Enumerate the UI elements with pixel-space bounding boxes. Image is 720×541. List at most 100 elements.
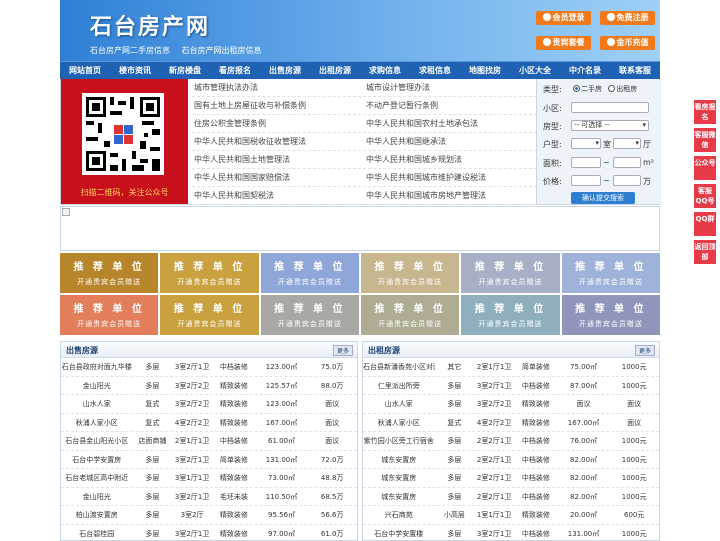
room-select[interactable]: ▾: [571, 138, 601, 149]
listing-community[interactable]: 石台中学安置房: [61, 451, 133, 469]
policy-link[interactable]: 城市管理执法办法: [192, 79, 364, 96]
listing-row[interactable]: 城东安置房多层2室2厅1卫中档装修82.00㎡1000元: [363, 469, 659, 488]
listing-row[interactable]: 兴石商苑小高层1室1厅1卫精致装修20.00㎡600元: [363, 506, 659, 525]
listing-community[interactable]: 金山阳光: [61, 488, 133, 506]
listing-row[interactable]: 金山阳光多层3室2厅1卫毛坯未装110.50㎡68.5万: [61, 488, 357, 507]
slogan-sale[interactable]: 石台房产网二手房信息: [90, 46, 170, 55]
ad-slot[interactable]: 推 荐 单 位开通贵宾会员赠送: [261, 295, 359, 335]
policy-link[interactable]: 中华人民共和国城市维护建设税法: [364, 169, 536, 186]
listing-row[interactable]: 石台中学安置楼多层3室2厅1卫中档装修131.00㎡1000元: [363, 525, 659, 541]
register-button[interactable]: 免费注册: [600, 11, 655, 25]
listing-community[interactable]: 石台县金山阳光小区: [61, 432, 133, 450]
listing-community[interactable]: 秋浦人家小区: [363, 414, 435, 432]
listing-row[interactable]: 石台县政府对面九华楼多层3室2厅1卫中档装修123.00㎡75.0万: [61, 358, 357, 377]
listing-community[interactable]: 石台县政府对面九华楼: [61, 358, 133, 376]
policy-link[interactable]: 国有土地上房屋征收与补偿条例: [192, 97, 364, 114]
ad-slot[interactable]: 推 荐 单 位开通贵宾会员赠送: [60, 295, 158, 335]
community-input[interactable]: [571, 102, 649, 113]
price-max-input[interactable]: [613, 175, 641, 186]
nav-item-4[interactable]: 出售房源: [260, 62, 310, 79]
hall-select[interactable]: ▾: [613, 138, 641, 149]
area-min-input[interactable]: [571, 157, 601, 168]
listing-row[interactable]: 山水人家多层3室2厅2卫精致装修面议面议: [363, 395, 659, 414]
ad-slot[interactable]: 推 荐 单 位开通贵宾会员赠送: [562, 295, 660, 335]
member-login-button[interactable]: 会员登录: [536, 11, 591, 25]
listing-row[interactable]: 石台碧桂园多层3室2厅1卫精致装修97.00㎡61.0万: [61, 525, 357, 541]
nav-item-1[interactable]: 楼市资讯: [110, 62, 160, 79]
price-min-input[interactable]: [571, 175, 601, 186]
listing-row[interactable]: 柏山渡安置房多层3室2厅精致装修95.56㎡56.6万: [61, 506, 357, 525]
ad-slot[interactable]: 推 荐 单 位开通贵宾会员赠送: [461, 295, 559, 335]
listing-row[interactable]: 仁里派出所旁多层3室2厅1卫中档装修87.00㎡1000元: [363, 377, 659, 396]
nav-item-8[interactable]: 地图找房: [460, 62, 510, 79]
listing-community[interactable]: 山水人家: [363, 395, 435, 413]
listing-row[interactable]: 紫竹园小区旁工行宿舍多层2室2厅1卫中档装修76.00㎡1000元: [363, 432, 659, 451]
nav-item-7[interactable]: 求租信息: [410, 62, 460, 79]
area-max-input[interactable]: [613, 157, 641, 168]
radio-rent[interactable]: 出租房: [608, 85, 637, 93]
nav-item-11[interactable]: 联系客服: [610, 62, 660, 79]
nav-item-6[interactable]: 求购信息: [360, 62, 410, 79]
ad-slot[interactable]: 推 荐 单 位开通贵宾会员赠送: [361, 253, 459, 293]
ad-slot[interactable]: 推 荐 单 位开通贵宾会员赠送: [160, 295, 258, 335]
ad-slot[interactable]: 推 荐 单 位开通贵宾会员赠送: [461, 253, 559, 293]
side-button-5[interactable]: 返回顶部: [694, 240, 716, 264]
listing-row[interactable]: 石台县新潘香苑小区对面其它2室1厅1卫简单装修75.00㎡1000元: [363, 358, 659, 377]
listing-row[interactable]: 城东安置房多层2室2厅1卫中档装修82.00㎡1000元: [363, 451, 659, 470]
policy-link[interactable]: 中华人民共和国城乡规划法: [364, 151, 536, 168]
listing-community[interactable]: 山水人家: [61, 395, 133, 413]
listing-community[interactable]: 石台老城区高中附近: [61, 469, 133, 487]
listing-row[interactable]: 石台老城区高中附近多层3室1厅1卫精致装修73.00㎡48.8万: [61, 469, 357, 488]
policy-link[interactable]: 住房公积金管理条例: [192, 115, 364, 132]
listing-row[interactable]: 秋浦人家小区复式4室2厅2卫精致装修167.00㎡面议: [363, 414, 659, 433]
ad-slot[interactable]: 推 荐 单 位开通贵宾会员赠送: [361, 295, 459, 335]
recharge-button[interactable]: 金币充值: [600, 36, 655, 50]
side-button-0[interactable]: 看房报名: [694, 100, 716, 124]
listing-community[interactable]: 仁里派出所旁: [363, 377, 435, 395]
policy-link[interactable]: 中华人民共和国国家赔偿法: [192, 169, 364, 186]
nav-item-9[interactable]: 小区大全: [510, 62, 560, 79]
listing-community[interactable]: 石台县新潘香苑小区对面: [363, 358, 435, 376]
policy-link[interactable]: 中华人民共和国继承法: [364, 133, 536, 150]
listing-community[interactable]: 城东安置房: [363, 488, 435, 506]
nav-item-3[interactable]: 看房报名: [210, 62, 260, 79]
listing-row[interactable]: 石台县金山阳光小区店面商铺2室1厅1卫中档装修61.00㎡面议: [61, 432, 357, 451]
policy-link[interactable]: 中华人民共和国农村土地承包法: [364, 115, 536, 132]
ad-slot[interactable]: 推 荐 单 位开通贵宾会员赠送: [562, 253, 660, 293]
nav-item-0[interactable]: 网站首页: [60, 62, 110, 79]
side-button-2[interactable]: 公众号: [694, 156, 716, 180]
ad-slot[interactable]: 推 荐 单 位开通贵宾会员赠送: [261, 253, 359, 293]
listing-community[interactable]: 兴石商苑: [363, 506, 435, 524]
nav-item-10[interactable]: 中介名录: [560, 62, 610, 79]
nav-item-5[interactable]: 出租房源: [310, 62, 360, 79]
side-button-1[interactable]: 客服微信: [694, 128, 716, 152]
listing-row[interactable]: 山水人家复式3室2厅2卫精致装修123.00㎡面议: [61, 395, 357, 414]
vip-package-button[interactable]: 贵宾套餐: [536, 36, 591, 50]
listing-row[interactable]: 金山阳光多层3室2厅2卫精致装修125.57㎡88.0万: [61, 377, 357, 396]
listing-community[interactable]: 石台中学安置楼: [363, 525, 435, 541]
listing-community[interactable]: 秋浦人家小区: [61, 414, 133, 432]
side-button-3[interactable]: 客服QQ号: [694, 184, 716, 208]
listing-community[interactable]: 城东安置房: [363, 469, 435, 487]
banner-placeholder[interactable]: [60, 206, 660, 251]
site-logo[interactable]: 石台房产网: [90, 9, 210, 41]
listing-row[interactable]: 石台中学安置房多层3室2厅1卫简单装修131.00㎡72.0万: [61, 451, 357, 470]
policy-link[interactable]: 中华人民共和国土地管理法: [192, 151, 364, 168]
listing-row[interactable]: 城东安置房多层2室2厅1卫中档装修82.00㎡1000元: [363, 488, 659, 507]
slogan-rent[interactable]: 石台房产网出租房信息: [182, 46, 262, 55]
listing-community[interactable]: 城东安置房: [363, 451, 435, 469]
rent-more-button[interactable]: 更多: [635, 345, 655, 356]
ad-slot[interactable]: 推 荐 单 位开通贵宾会员赠送: [60, 253, 158, 293]
listing-community[interactable]: 柏山渡安置房: [61, 506, 133, 524]
policy-link[interactable]: 不动产登记暂行条例: [364, 97, 536, 114]
search-submit-button[interactable]: 确认提交搜索: [571, 192, 635, 204]
side-button-4[interactable]: QQ群: [694, 212, 716, 236]
listing-community[interactable]: 石台碧桂园: [61, 525, 133, 541]
nav-item-2[interactable]: 新房楼盘: [160, 62, 210, 79]
policy-link[interactable]: 城市设计管理办法: [364, 79, 536, 96]
policy-link[interactable]: 中华人民共和国契税法: [192, 187, 364, 204]
policy-link[interactable]: 中华人民共和国城市房地产管理法: [364, 187, 536, 204]
listing-community[interactable]: 金山阳光: [61, 377, 133, 395]
listing-row[interactable]: 秋浦人家小区复式4室2厅2卫精致装修167.00㎡面议: [61, 414, 357, 433]
listing-community[interactable]: 紫竹园小区旁工行宿舍: [363, 432, 435, 450]
